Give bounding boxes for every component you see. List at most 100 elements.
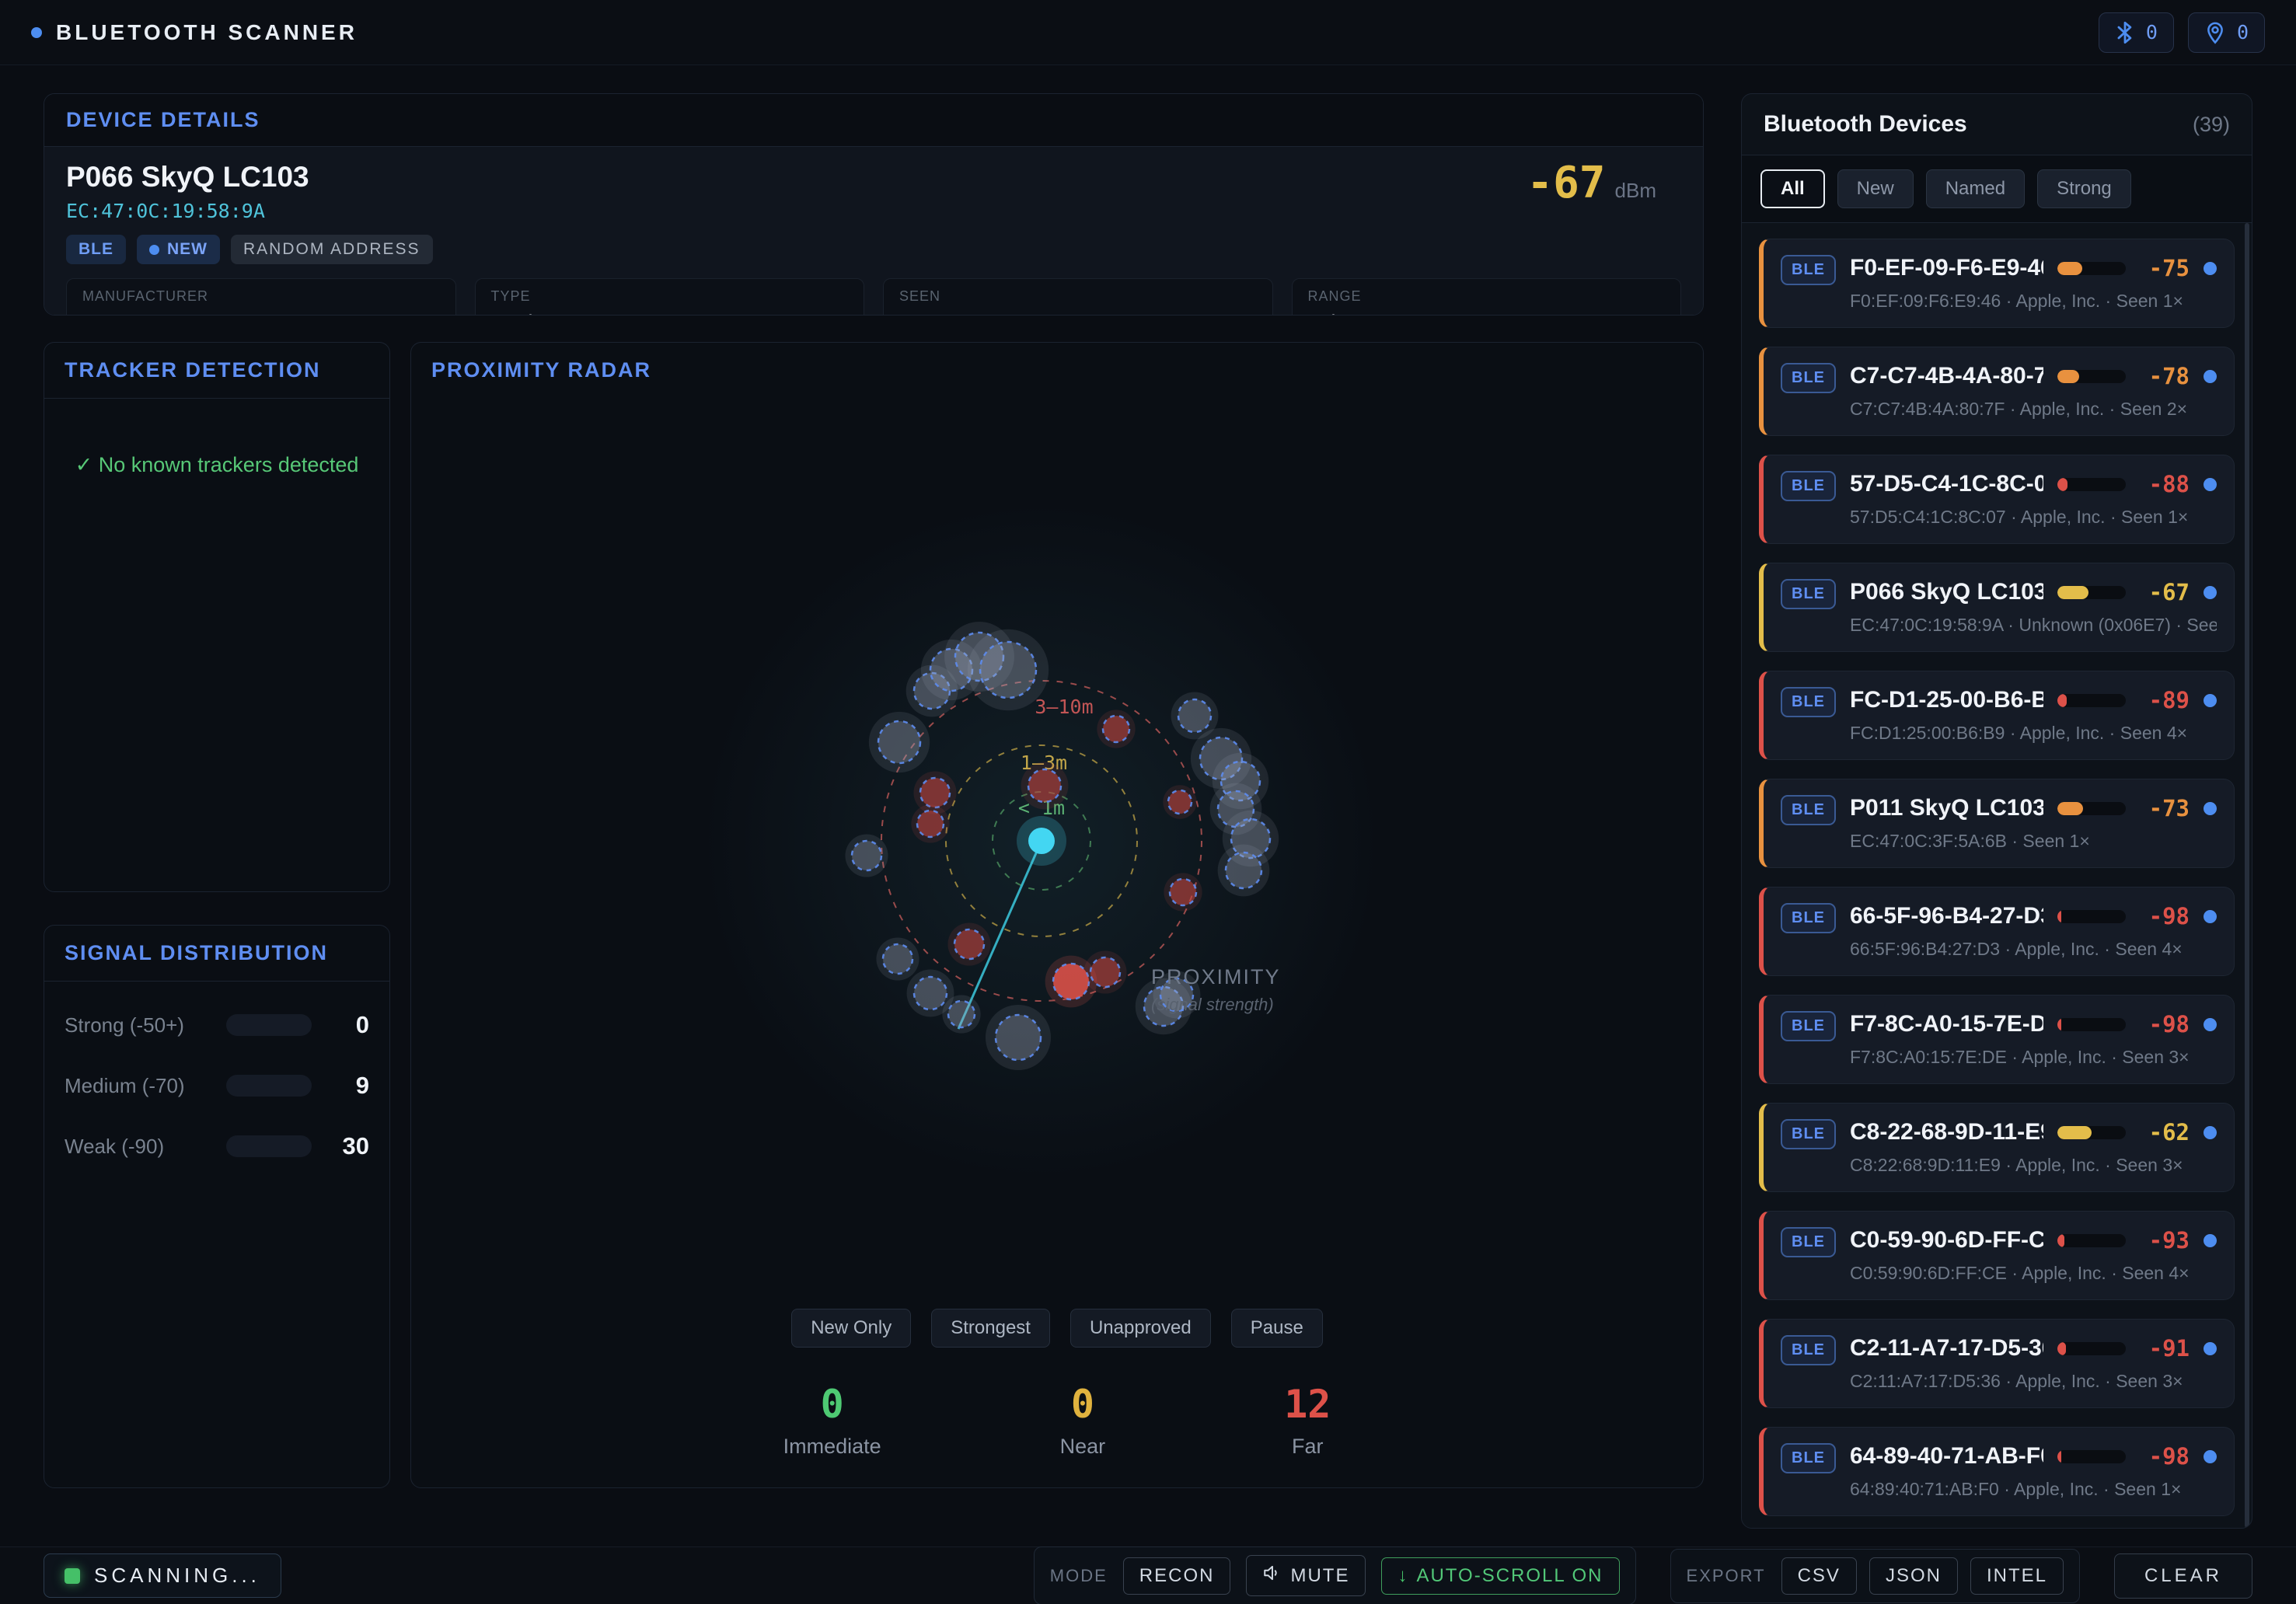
- scanning-label: SCANNING...: [94, 1564, 260, 1588]
- signal-row-bar: [226, 1075, 312, 1097]
- app-title: BLUETOOTH SCANNER: [56, 20, 358, 45]
- proximity-counter: 0 Immediate: [783, 1382, 881, 1459]
- field-value: unknown: [1308, 311, 1666, 316]
- device-list-header: Bluetooth Devices (39): [1742, 94, 2252, 155]
- device-signal-bar: [2057, 1342, 2126, 1355]
- device-name: C8-22-68-9D-11-E9: [1850, 1119, 2043, 1145]
- device-name: F7-8C-A0-15-7E-DE: [1850, 1011, 2043, 1037]
- tracker-status: ✓ No known trackers detected: [44, 399, 389, 477]
- radar-filter-button[interactable]: Pause: [1231, 1309, 1323, 1348]
- protocol-badge: BLE: [1781, 903, 1836, 933]
- device-list-item[interactable]: BLE P066 SkyQ LC103 -67 EC:47:0C:19:58:9…: [1759, 563, 2235, 652]
- signal-distribution-rows: Strong (-50+) 0 Medium (-70) 9 Weak (-90…: [44, 982, 389, 1190]
- signal-distribution-title: SIGNAL DISTRIBUTION: [65, 941, 328, 964]
- device-meta: C7:C7:4B:4A:80:7F · Apple, Inc. · Seen 2…: [1850, 399, 2217, 420]
- signal-row: Medium (-70) 9: [65, 1072, 369, 1100]
- app-brand: BLUETOOTH SCANNER: [31, 20, 358, 45]
- export-group: EXPORT CSV JSON INTEL: [1670, 1549, 2080, 1603]
- device-filter-tab[interactable]: Named: [1926, 169, 2025, 208]
- random-address-badge: RANDOM ADDRESS: [231, 235, 433, 264]
- device-list-item[interactable]: BLE F0-EF-09-F6-E9-46 -75 F0:EF:09:F6:E9…: [1759, 239, 2235, 328]
- protocol-badge: BLE: [1781, 255, 1836, 285]
- protocol-badge: BLE: [1781, 579, 1836, 609]
- status-dot-icon: [31, 27, 42, 38]
- export-buttons: CSV JSON INTEL: [1781, 1557, 2064, 1595]
- signal-row: Weak (-90) 30: [65, 1132, 369, 1160]
- device-meta: C0:59:90:6D:FF:CE · Apple, Inc. · Seen 4…: [1850, 1263, 2217, 1284]
- field-value: 1×: [899, 311, 1257, 316]
- radar-filter-button[interactable]: Unapproved: [1070, 1309, 1211, 1348]
- field-label: SEEN: [899, 288, 1257, 305]
- device-rssi: -98: [2140, 1443, 2190, 1470]
- device-meta: F0:EF:09:F6:E9:46 · Apple, Inc. · Seen 1…: [1850, 291, 2217, 312]
- device-list[interactable]: BLE F0-EF-09-F6-E9-46 -75 F0:EF:09:F6:E9…: [1742, 223, 2252, 1528]
- device-field: RANGE unknown: [1292, 278, 1682, 316]
- mute-button[interactable]: MUTE: [1246, 1555, 1366, 1596]
- signal-row-bar: [226, 1014, 312, 1036]
- signal-row: Strong (-50+) 0: [65, 1011, 369, 1039]
- radar-filter-buttons: New Only Strongest Unapproved Pause: [411, 1309, 1703, 1348]
- signal-row-label: Strong (-50+): [65, 1013, 212, 1037]
- device-status-dot: [2204, 370, 2217, 383]
- location-pin-icon: [2204, 21, 2226, 44]
- device-list-item[interactable]: BLE F7-8C-A0-15-7E-DE -98 F7:8C:A0:15:7E…: [1759, 995, 2235, 1084]
- device-meta: 64:89:40:71:AB:F0 · Apple, Inc. · Seen 1…: [1850, 1479, 2217, 1500]
- signal-distribution-panel: SIGNAL DISTRIBUTION Strong (-50+) 0 Medi…: [44, 925, 390, 1488]
- proximity-counter: 0 Near: [1060, 1382, 1106, 1459]
- device-list-item[interactable]: BLE FC-D1-25-00-B6-B9 -89 FC:D1:25:00:B6…: [1759, 671, 2235, 760]
- signal-row-bar: [226, 1135, 312, 1157]
- footer-bar: SCANNING... MODE RECON MUTE ↓ AUTO-SCROL…: [0, 1546, 2296, 1604]
- device-list-item[interactable]: BLE 66-5F-96-B4-27-D3 -98 66:5F:96:B4:27…: [1759, 887, 2235, 976]
- autoscroll-toggle[interactable]: ↓ AUTO-SCROLL ON: [1381, 1557, 1619, 1595]
- device-name: 64-89-40-71-AB-F0: [1850, 1443, 2043, 1470]
- rssi-value: -67: [1527, 158, 1605, 208]
- device-list-item[interactable]: BLE C0-59-90-6D-FF-CE -93 C0:59:90:6D:FF…: [1759, 1211, 2235, 1300]
- device-list-item[interactable]: BLE C2-11-A7-17-D5-36 -91 C2:11:A7:17:D5…: [1759, 1319, 2235, 1408]
- scanning-indicator[interactable]: SCANNING...: [44, 1553, 281, 1598]
- new-badge: NEW: [137, 235, 220, 264]
- location-count: 0: [2237, 21, 2249, 44]
- mode-button[interactable]: RECON: [1123, 1557, 1231, 1595]
- device-filter-tab[interactable]: All: [1760, 169, 1825, 208]
- counter-label: Near: [1060, 1435, 1106, 1459]
- scrollbar[interactable]: [2245, 223, 2249, 1528]
- device-signal-bar: [2057, 910, 2126, 923]
- rssi-unit: dBm: [1615, 179, 1656, 203]
- mode-label: MODE: [1050, 1566, 1108, 1586]
- protocol-badge: BLE: [1781, 1227, 1836, 1257]
- svg-text:3–10m: 3–10m: [1035, 696, 1093, 718]
- device-meta: C2:11:A7:17:D5:36 · Apple, Inc. · Seen 3…: [1850, 1371, 2217, 1392]
- device-meta: EC:47:0C:3F:5A:6B · Seen 1×: [1850, 831, 2217, 852]
- signal-row-count: 30: [326, 1132, 369, 1160]
- export-format-button[interactable]: JSON: [1869, 1557, 1958, 1595]
- bluetooth-count-badge[interactable]: 0: [2099, 12, 2174, 53]
- device-list-item[interactable]: BLE C8-22-68-9D-11-E9 -62 C8:22:68:9D:11…: [1759, 1103, 2235, 1192]
- bluetooth-scanner-app: BLUETOOTH SCANNER 0 0 DEVICE DETAILS P06…: [0, 0, 2296, 1604]
- device-status-dot: [2204, 1018, 2217, 1031]
- device-details-header: DEVICE DETAILS: [44, 94, 1703, 147]
- selected-device-badges: BLE NEW RANDOM ADDRESS: [66, 235, 1681, 264]
- location-count-badge[interactable]: 0: [2188, 12, 2265, 53]
- device-list-item[interactable]: BLE 57-D5-C4-1C-8C-07 -88 57:D5:C4:1C:8C…: [1759, 455, 2235, 544]
- radar-filter-button[interactable]: New Only: [791, 1309, 911, 1348]
- radar-filter-button[interactable]: Strongest: [931, 1309, 1050, 1348]
- device-details-panel: DEVICE DETAILS P066 SkyQ LC103 EC:47:0C:…: [44, 93, 1704, 316]
- device-status-dot: [2204, 802, 2217, 815]
- device-list-item[interactable]: BLE C7-C7-4B-4A-80-7F -78 C7:C7:4B:4A:80…: [1759, 347, 2235, 436]
- export-format-button[interactable]: INTEL: [1970, 1557, 2064, 1595]
- tracker-detection-title: TRACKER DETECTION: [65, 358, 321, 382]
- device-status-dot: [2204, 1342, 2217, 1355]
- device-list-item[interactable]: BLE P011 SkyQ LC103 -73 EC:47:0C:3F:5A:6…: [1759, 779, 2235, 868]
- device-name: 57-D5-C4-1C-8C-07: [1850, 471, 2043, 497]
- device-filter-tab[interactable]: New: [1837, 169, 1914, 208]
- device-meta: F7:8C:A0:15:7E:DE · Apple, Inc. · Seen 3…: [1850, 1047, 2217, 1068]
- tracker-status-text: No known trackers detected: [99, 453, 359, 476]
- radar-canvas[interactable]: < 1m1–3m3–10mPROXIMITY(signal strength): [411, 398, 1704, 1299]
- device-signal-bar: [2057, 586, 2126, 599]
- counter-label: Immediate: [783, 1435, 881, 1459]
- field-label: MANUFACTURER: [82, 288, 440, 305]
- device-filter-tab[interactable]: Strong: [2037, 169, 2131, 208]
- device-list-item[interactable]: BLE 64-89-40-71-AB-F0 -98 64:89:40:71:AB…: [1759, 1427, 2235, 1516]
- export-format-button[interactable]: CSV: [1781, 1557, 1857, 1595]
- clear-button[interactable]: CLEAR: [2114, 1553, 2252, 1599]
